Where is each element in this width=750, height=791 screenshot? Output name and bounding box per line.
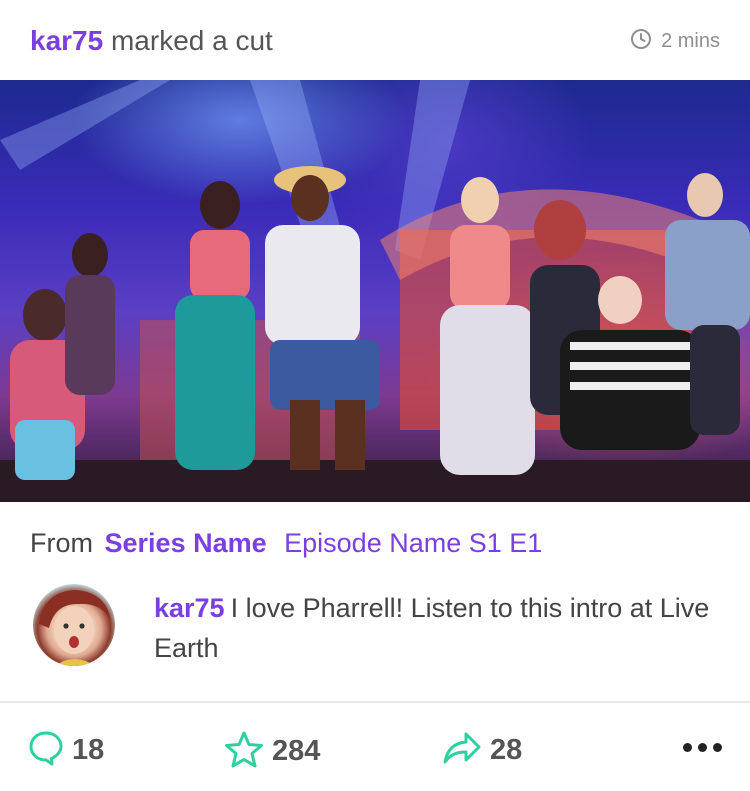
favorite-count: 284 — [272, 735, 321, 767]
timestamp-text: 2 mins — [661, 29, 720, 52]
share-count: 28 — [490, 734, 523, 766]
star-icon — [224, 730, 264, 773]
source-line: From Series Name Episode Name S1 E1 — [30, 526, 542, 560]
card-header: kar75 marked a cut 2 mins — [0, 0, 750, 80]
activity-text: marked a cut — [110, 25, 273, 56]
action-bar: 18 284 28 — [0, 703, 750, 791]
comment-body: kar75 I love Pharrell! Listen to this int… — [154, 588, 714, 668]
avatar[interactable] — [33, 584, 115, 666]
post-username-link[interactable]: kar75 — [30, 25, 103, 56]
series-link[interactable]: Series Name — [105, 528, 267, 558]
more-dots-icon[interactable] — [683, 743, 723, 753]
media-image[interactable] — [0, 80, 750, 502]
from-label: From — [30, 528, 93, 558]
comment-username-link[interactable]: kar75 — [154, 593, 225, 623]
comment-text: I love Pharrell! Listen to this intro at… — [154, 593, 710, 663]
feed-card: kar75 marked a cut 2 mins From Series Na… — [0, 0, 750, 791]
comment-count: 18 — [72, 734, 105, 766]
favorite-button[interactable]: 284 — [224, 730, 320, 773]
share-arrow-icon — [442, 730, 482, 771]
episode-link[interactable]: Episode Name S1 E1 — [284, 528, 542, 558]
comment-bubble-icon — [28, 730, 64, 771]
share-button[interactable]: 28 — [442, 730, 522, 771]
timestamp: 2 mins — [630, 28, 720, 54]
clock-icon — [630, 28, 652, 55]
comment-button[interactable]: 18 — [28, 730, 104, 771]
activity-line: kar75 marked a cut — [30, 24, 273, 58]
